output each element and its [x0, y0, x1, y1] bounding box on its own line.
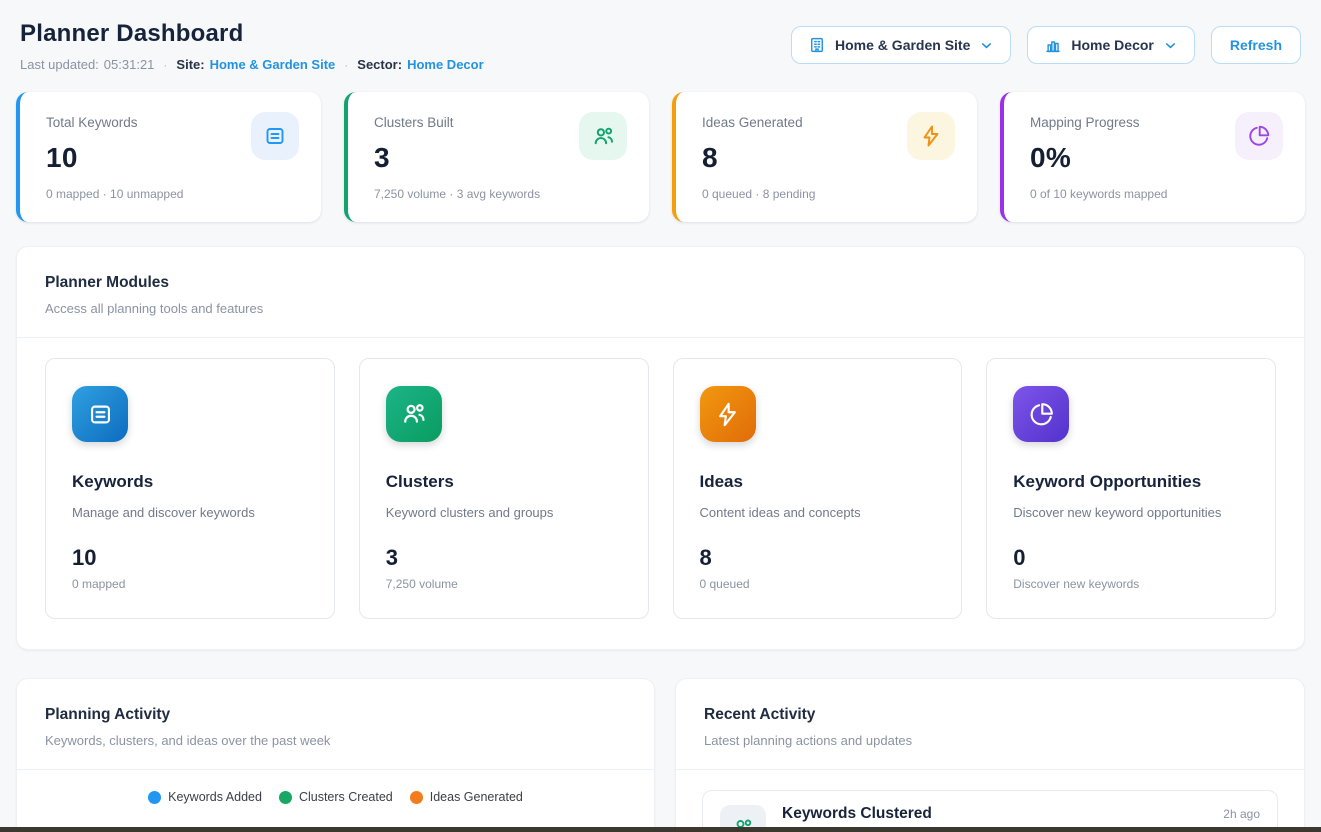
module-value: 3	[386, 545, 622, 571]
page-title: Planner Dashboard	[20, 20, 484, 48]
stat-caption: 0 queued · 8 pending	[702, 187, 953, 201]
planner-modules-panel: Planner Modules Access all planning tool…	[16, 246, 1305, 650]
legend-label: Clusters Created	[299, 790, 393, 804]
chart-body: Keywords Added Clusters Created Ideas Ge…	[17, 770, 654, 832]
modules-panel-title: Planner Modules	[45, 274, 1276, 292]
recent-activity-list: Keywords Clustered 2h ago 3 new clusters…	[676, 770, 1304, 832]
recent-activity-title: Recent Activity	[704, 706, 1276, 724]
stat-card-clusters-built: Clusters Built 3 7,250 volume · 3 avg ke…	[344, 92, 649, 222]
stat-caption: 0 mapped · 10 unmapped	[46, 187, 297, 201]
module-description: Content ideas and concepts	[700, 505, 936, 520]
site-link[interactable]: Home & Garden Site	[210, 57, 336, 72]
module-title: Clusters	[386, 472, 622, 492]
module-caption: 0 queued	[700, 577, 936, 591]
bolt-icon	[907, 112, 955, 160]
pie-chart-icon	[1013, 386, 1069, 442]
header-left: Planner Dashboard Last updated: 05:31:21…	[20, 20, 484, 72]
activity-item-keywords-clustered: Keywords Clustered 2h ago 3 new clusters…	[702, 790, 1278, 832]
legend-label: Keywords Added	[168, 790, 262, 804]
sector-link[interactable]: Home Decor	[407, 57, 484, 72]
stat-caption: 0 of 10 keywords mapped	[1030, 187, 1281, 201]
activity-item-title: Keywords Clustered	[782, 805, 932, 823]
sector-selector-dropdown[interactable]: Home Decor	[1027, 26, 1194, 64]
modules-panel-header: Planner Modules Access all planning tool…	[17, 247, 1304, 338]
module-title: Ideas	[700, 472, 936, 492]
last-updated-time: 05:31:21	[104, 57, 155, 72]
stat-card-mapping-progress: Mapping Progress 0% 0 of 10 keywords map…	[1000, 92, 1305, 222]
module-value: 0	[1013, 545, 1249, 571]
refresh-button[interactable]: Refresh	[1211, 26, 1301, 64]
planning-activity-panel: Planning Activity Keywords, clusters, an…	[16, 678, 655, 832]
legend-item-keywords-added[interactable]: Keywords Added	[148, 790, 262, 804]
note-icon	[72, 386, 128, 442]
site-selector-dropdown[interactable]: Home & Garden Site	[791, 26, 1011, 64]
last-updated-label: Last updated:	[20, 57, 99, 72]
users-icon	[386, 386, 442, 442]
activity-item-time: 2h ago	[1223, 805, 1260, 821]
module-card-ideas[interactable]: Ideas Content ideas and concepts 8 0 que…	[673, 358, 963, 619]
module-title: Keyword Opportunities	[1013, 472, 1249, 492]
chart-legend: Keywords Added Clusters Created Ideas Ge…	[33, 790, 638, 804]
bottom-row: Planning Activity Keywords, clusters, an…	[16, 678, 1305, 832]
module-value: 10	[72, 545, 308, 571]
legend-dot-blue	[148, 791, 161, 804]
legend-item-ideas-generated[interactable]: Ideas Generated	[410, 790, 523, 804]
bolt-icon	[700, 386, 756, 442]
stat-caption: 7,250 volume · 3 avg keywords	[374, 187, 625, 201]
screen-bottom-bar	[0, 827, 1321, 832]
module-description: Discover new keyword opportunities	[1013, 505, 1249, 520]
planning-activity-subtitle: Keywords, clusters, and ideas over the p…	[45, 733, 626, 748]
stat-card-total-keywords: Total Keywords 10 0 mapped · 10 unmapped	[16, 92, 321, 222]
sector-label: Sector:	[357, 57, 402, 72]
module-card-keywords[interactable]: Keywords Manage and discover keywords 10…	[45, 358, 335, 619]
module-card-keyword-opportunities[interactable]: Keyword Opportunities Discover new keywo…	[986, 358, 1276, 619]
page-header: Planner Dashboard Last updated: 05:31:21…	[0, 0, 1321, 72]
meta-separator: ·	[163, 58, 167, 72]
module-description: Manage and discover keywords	[72, 505, 308, 520]
header-actions: Home & Garden Site Home Decor Refresh	[791, 20, 1305, 64]
planning-activity-title: Planning Activity	[45, 706, 626, 724]
recent-activity-panel: Recent Activity Latest planning actions …	[675, 678, 1305, 832]
meta-separator: ·	[344, 58, 348, 72]
module-title: Keywords	[72, 472, 308, 492]
modules-grid: Keywords Manage and discover keywords 10…	[17, 338, 1304, 649]
pie-chart-icon	[1235, 112, 1283, 160]
legend-dot-orange	[410, 791, 423, 804]
bar-chart-icon	[1044, 36, 1062, 54]
header-meta: Last updated: 05:31:21 · Site: Home & Ga…	[20, 57, 484, 72]
module-caption: 7,250 volume	[386, 577, 622, 591]
building-icon	[808, 36, 826, 54]
chevron-down-icon	[979, 38, 994, 53]
recent-activity-header: Recent Activity Latest planning actions …	[676, 679, 1304, 770]
module-card-clusters[interactable]: Clusters Keyword clusters and groups 3 7…	[359, 358, 649, 619]
module-description: Keyword clusters and groups	[386, 505, 622, 520]
planning-activity-header: Planning Activity Keywords, clusters, an…	[17, 679, 654, 770]
legend-label: Ideas Generated	[430, 790, 523, 804]
site-label: Site:	[176, 57, 204, 72]
stats-row: Total Keywords 10 0 mapped · 10 unmapped…	[16, 92, 1305, 222]
site-selector-label: Home & Garden Site	[835, 37, 970, 53]
module-caption: 0 mapped	[72, 577, 308, 591]
legend-dot-green	[279, 791, 292, 804]
users-icon	[579, 112, 627, 160]
note-icon	[251, 112, 299, 160]
chevron-down-icon	[1163, 38, 1178, 53]
module-caption: Discover new keywords	[1013, 577, 1249, 591]
modules-panel-subtitle: Access all planning tools and features	[45, 301, 1276, 316]
legend-item-clusters-created[interactable]: Clusters Created	[279, 790, 393, 804]
stat-card-ideas-generated: Ideas Generated 8 0 queued · 8 pending	[672, 92, 977, 222]
recent-activity-subtitle: Latest planning actions and updates	[704, 733, 1276, 748]
sector-selector-label: Home Decor	[1071, 37, 1153, 53]
module-value: 8	[700, 545, 936, 571]
